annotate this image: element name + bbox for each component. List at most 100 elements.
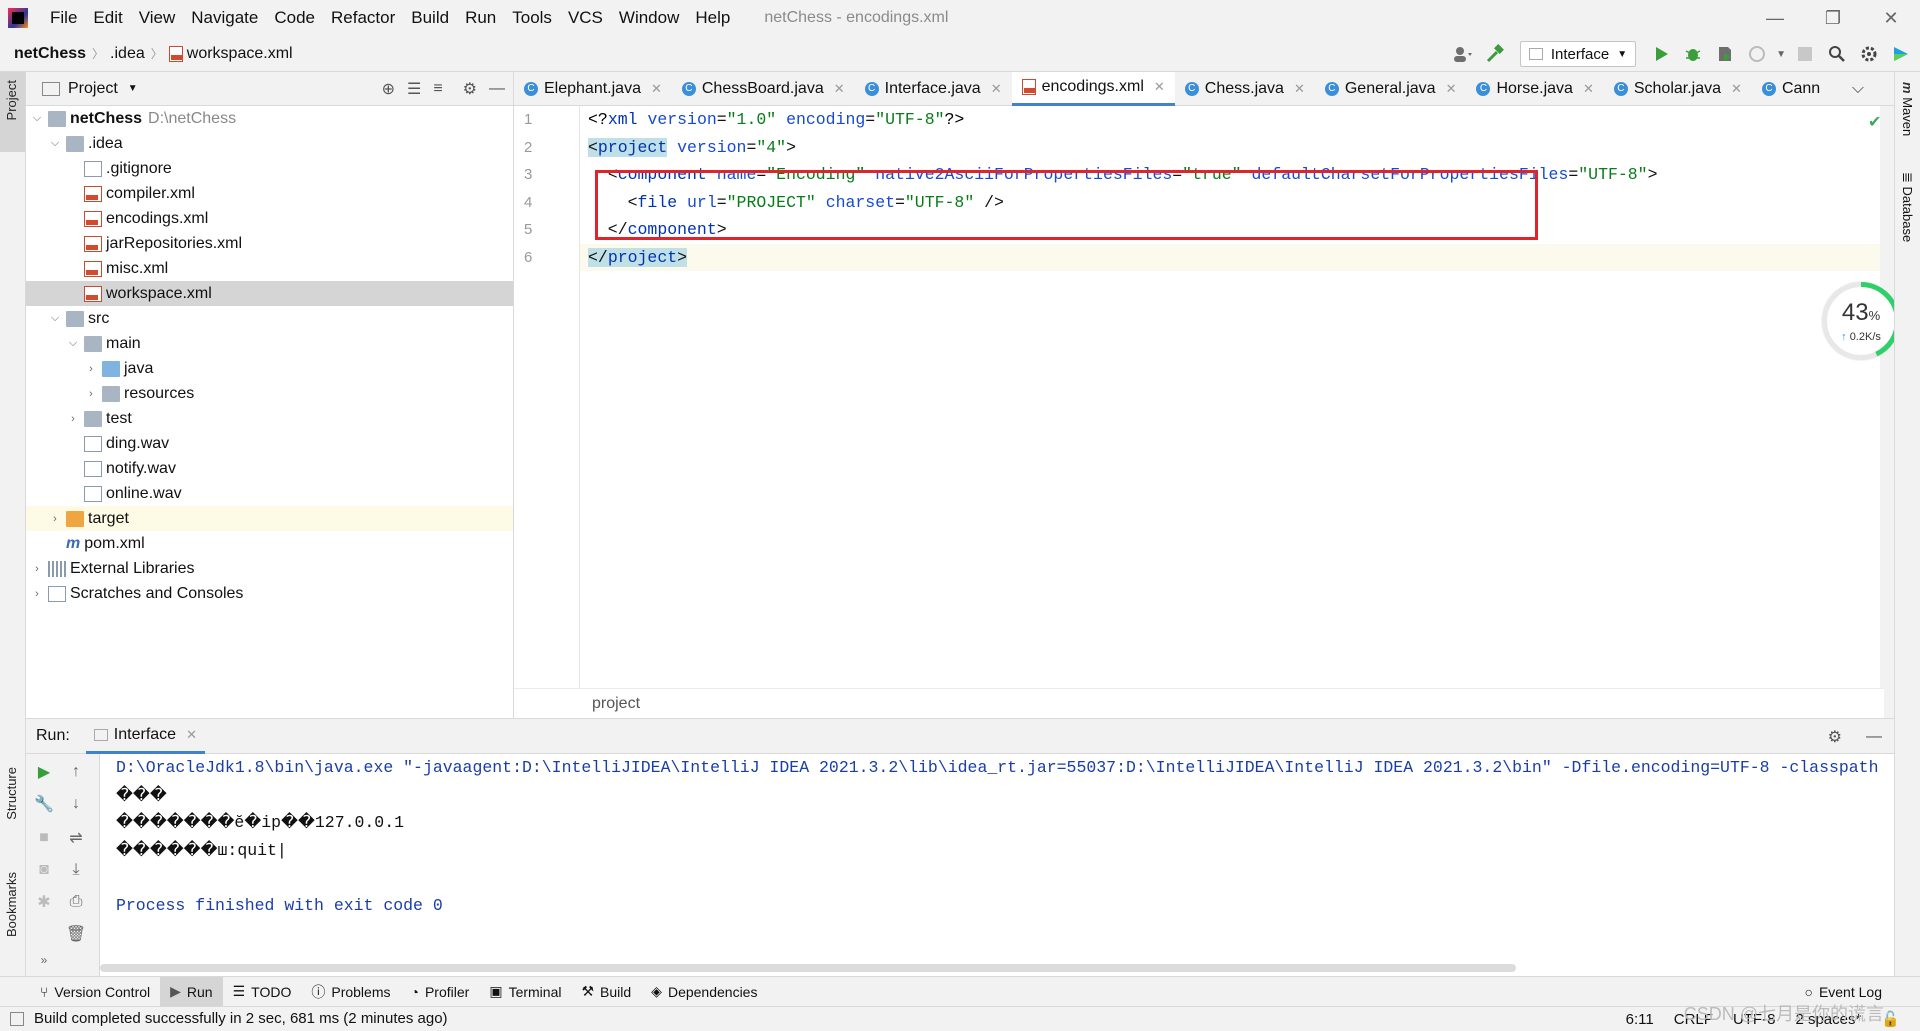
tree-item-notify-wav[interactable]: notify.wav xyxy=(26,456,513,481)
print-icon[interactable]: ⎙ xyxy=(66,892,86,912)
horizontal-scrollbar[interactable] xyxy=(100,964,1516,972)
tool-build[interactable]: ⚒ Build xyxy=(571,977,641,1007)
tree-item-resources[interactable]: › resources xyxy=(26,381,513,406)
run-tab-interface[interactable]: Interface ✕ xyxy=(85,718,205,754)
tree-item-encodings-xml[interactable]: encodings.xml xyxy=(26,206,513,231)
tree-item-scratches[interactable]: › Scratches and Consoles xyxy=(26,581,513,606)
user-icon[interactable] xyxy=(1450,41,1476,67)
build-hammer-icon[interactable] xyxy=(1482,41,1508,67)
tree-item-pom-xml[interactable]: m pom.xml xyxy=(26,531,513,556)
code-with-me-icon[interactable] xyxy=(1888,41,1914,67)
editor-breadcrumb[interactable]: project xyxy=(514,688,1884,718)
tab-elephant-java[interactable]: C Elephant.java ✕ xyxy=(514,72,672,106)
menu-code[interactable]: Code xyxy=(266,8,323,28)
menu-navigate[interactable]: Navigate xyxy=(183,8,266,28)
menu-edit[interactable]: Edit xyxy=(85,8,130,28)
menu-refactor[interactable]: Refactor xyxy=(323,8,403,28)
menu-tools[interactable]: Tools xyxy=(504,8,560,28)
no-problems-check-icon[interactable]: ✔ xyxy=(1868,112,1881,132)
tree-item-java[interactable]: › java xyxy=(26,356,513,381)
tree-item-compiler-xml[interactable]: compiler.xml xyxy=(26,181,513,206)
tab-general-java[interactable]: C General.java ✕ xyxy=(1315,72,1467,106)
tree-item-gitignore[interactable]: .gitignore xyxy=(26,156,513,181)
tool-dependencies[interactable]: ◈ Dependencies xyxy=(641,977,767,1007)
tree-item-jarrepositories-xml[interactable]: jarRepositories.xml xyxy=(26,231,513,256)
structure-tool-button[interactable]: Structure xyxy=(4,767,19,820)
chevron-right-icon[interactable]: › xyxy=(66,413,80,425)
tree-item-src[interactable]: ⌵ src xyxy=(26,306,513,331)
collapse-all-icon[interactable]: ≡ xyxy=(433,80,442,98)
menu-view[interactable]: View xyxy=(131,8,184,28)
chevron-down-icon[interactable]: ⌵ xyxy=(30,112,44,125)
tool-problems[interactable]: ⓘ Problems xyxy=(301,977,400,1007)
expand-all-icon[interactable]: ☰ xyxy=(407,79,421,99)
arrow-up-icon[interactable]: ↑ xyxy=(66,762,86,782)
close-icon[interactable]: ✕ xyxy=(1862,0,1920,36)
hide-icon[interactable]: — xyxy=(1866,728,1882,746)
chevron-down-icon[interactable]: ⌵ xyxy=(1852,80,1864,98)
run-configuration-select[interactable]: Interface ▼ xyxy=(1519,41,1637,67)
chevron-right-icon[interactable]: › xyxy=(84,388,98,400)
tab-horse-java[interactable]: C Horse.java ✕ xyxy=(1466,72,1603,106)
locate-icon[interactable]: ⊕ xyxy=(382,79,395,99)
arrow-down-icon[interactable]: ↓ xyxy=(66,794,86,814)
close-icon[interactable]: ✕ xyxy=(1583,81,1594,97)
status-message[interactable]: Build completed successfully in 2 sec, 6… xyxy=(34,1010,448,1027)
database-tool-button[interactable]: ≣ Database xyxy=(1900,172,1915,242)
chevron-right-icon[interactable]: › xyxy=(30,563,44,575)
project-panel-title[interactable]: Project xyxy=(68,80,118,98)
gear-icon[interactable]: ⚙ xyxy=(463,79,477,99)
profile-icon[interactable] xyxy=(1744,41,1770,67)
chevron-down-icon[interactable]: ⌵ xyxy=(66,337,80,350)
tree-item-online-wav[interactable]: online.wav xyxy=(26,481,513,506)
network-speed-widget[interactable]: 43% ↑ 0.2K/s xyxy=(1822,282,1900,360)
bookmarks-tool-button[interactable]: Bookmarks xyxy=(4,872,19,937)
chevron-right-icon[interactable]: › xyxy=(48,513,62,525)
close-icon[interactable]: ✕ xyxy=(1731,81,1742,97)
menu-build[interactable]: Build xyxy=(403,8,457,28)
tab-interface-java[interactable]: C Interface.java ✕ xyxy=(855,72,1012,106)
tool-profiler[interactable]: ◔ Profiler xyxy=(401,977,480,1007)
soft-wrap-icon[interactable]: ⇌ xyxy=(66,828,86,848)
close-icon[interactable]: ✕ xyxy=(1154,79,1165,95)
tree-item-ding-wav[interactable]: ding.wav xyxy=(26,431,513,456)
search-icon[interactable] xyxy=(1824,41,1850,67)
run-console[interactable]: D:\OracleJdk1.8\bin\java.exe "-javaagent… xyxy=(100,754,1894,976)
tool-terminal[interactable]: ▣ Terminal xyxy=(479,977,571,1007)
scroll-to-end-icon[interactable]: ⤓ xyxy=(66,860,86,880)
tree-item-misc-xml[interactable]: misc.xml xyxy=(26,256,513,281)
gear-icon[interactable] xyxy=(1856,41,1882,67)
close-icon[interactable]: ✕ xyxy=(834,81,845,97)
chevron-down-icon[interactable]: ⌵ xyxy=(48,312,62,325)
run-icon[interactable] xyxy=(1648,41,1674,67)
menu-run[interactable]: Run xyxy=(457,8,504,28)
tool-todo[interactable]: ☰ TODO xyxy=(223,977,302,1007)
tab-chess-java[interactable]: C Chess.java ✕ xyxy=(1175,72,1315,106)
minimize-icon[interactable]: — xyxy=(1746,0,1804,36)
menu-vcs[interactable]: VCS xyxy=(560,8,611,28)
wrench-icon[interactable]: 🔧 xyxy=(34,794,54,814)
tab-scholar-java[interactable]: C Scholar.java ✕ xyxy=(1604,72,1752,106)
chevron-down-icon[interactable]: ⌵ xyxy=(48,137,62,150)
dropdown-arrow-icon[interactable]: ▼ xyxy=(128,83,138,94)
breadcrumb-project[interactable]: netChess xyxy=(14,45,86,63)
tree-item-main[interactable]: ⌵ main xyxy=(26,331,513,356)
close-icon[interactable]: ✕ xyxy=(1294,81,1305,97)
tree-item-idea[interactable]: ⌵ .idea xyxy=(26,131,513,156)
chevron-right-icon[interactable]: › xyxy=(30,588,44,600)
menu-file[interactable]: File xyxy=(42,8,85,28)
close-icon[interactable]: ✕ xyxy=(1446,81,1457,97)
hide-icon[interactable]: — xyxy=(489,80,505,98)
breadcrumb-idea[interactable]: .idea xyxy=(110,45,145,63)
maven-tool-button[interactable]: m Maven xyxy=(1900,82,1915,136)
more-icon[interactable]: » xyxy=(34,950,54,970)
tree-item-target[interactable]: › target xyxy=(26,506,513,531)
chevron-right-icon[interactable]: › xyxy=(84,363,98,375)
tab-cann-java[interactable]: C Cann xyxy=(1752,72,1830,106)
tree-item-workspace-xml[interactable]: workspace.xml xyxy=(26,281,513,306)
close-icon[interactable]: ✕ xyxy=(186,727,197,743)
breadcrumb-file[interactable]: workspace.xml xyxy=(168,45,293,63)
menu-window[interactable]: Window xyxy=(611,8,687,28)
tab-chessboard-java[interactable]: C ChessBoard.java ✕ xyxy=(672,72,855,106)
gear-icon[interactable]: ⚙ xyxy=(1828,727,1842,747)
